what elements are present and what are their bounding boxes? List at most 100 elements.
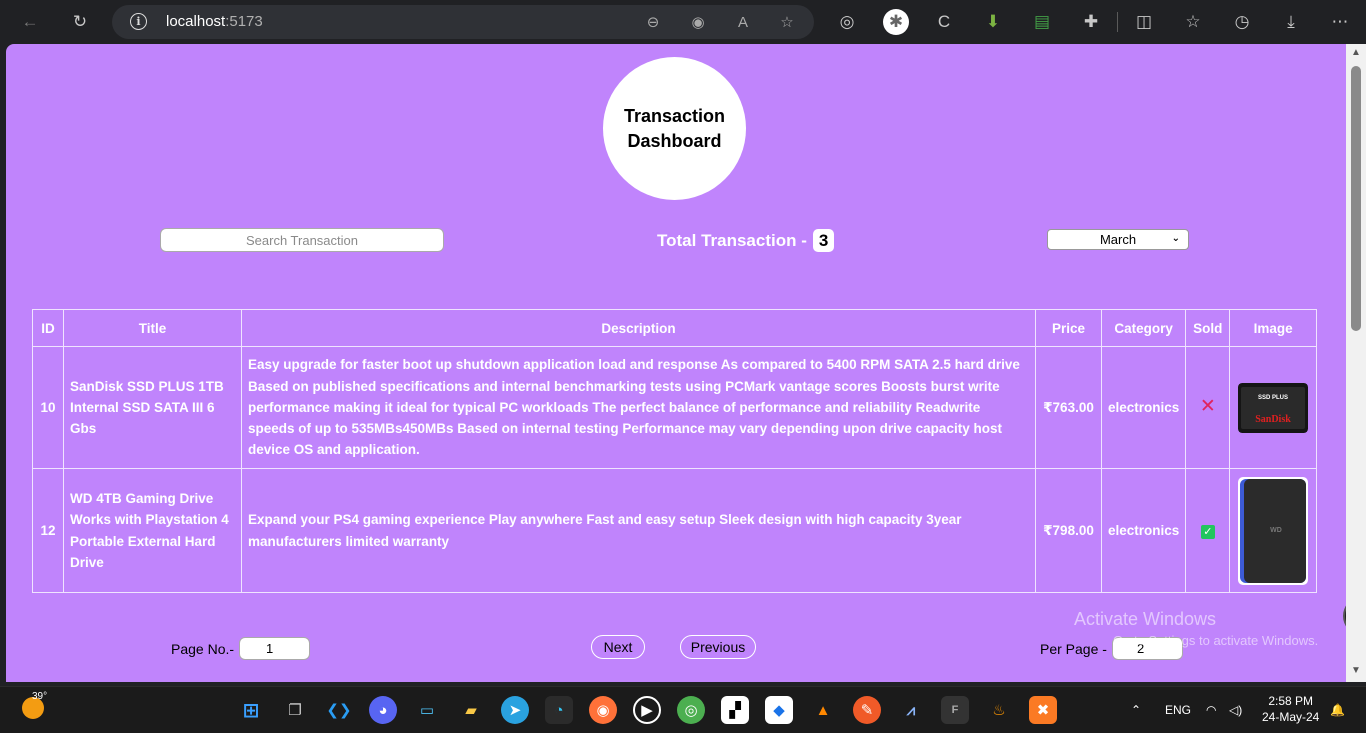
- cell-sold: ✓: [1185, 468, 1231, 593]
- page-number-control: Page No.- 1: [171, 637, 311, 660]
- cell-category: electronics: [1100, 468, 1187, 593]
- app-blue-icon[interactable]: ◆: [765, 696, 793, 724]
- address-bar[interactable]: i localhost:5173 ⊖ ◉ A ☆: [112, 5, 814, 39]
- activate-windows-subtext: Go to Settings to activate Windows.: [1113, 633, 1319, 648]
- read-aloud-icon[interactable]: A: [732, 11, 754, 33]
- cell-id: 10: [32, 346, 64, 469]
- back-arrow-icon[interactable]: ←: [18, 10, 42, 34]
- refresh-icon[interactable]: ↻: [68, 10, 92, 34]
- task-view-icon[interactable]: ❐: [281, 696, 309, 724]
- cell-price: ₹798.00: [1035, 468, 1102, 593]
- clock-time: 2:58 PM: [1268, 694, 1314, 708]
- total-transaction: Total Transaction - 3: [657, 229, 835, 252]
- capcut-icon[interactable]: ▞: [721, 696, 749, 724]
- header-image: Image: [1229, 309, 1317, 347]
- split-screen-icon[interactable]: ◫: [1132, 10, 1156, 34]
- page-number-input[interactable]: 1: [239, 637, 311, 660]
- per-page-label: Per Page -: [1040, 640, 1107, 657]
- firefox-icon[interactable]: ◉: [589, 696, 617, 724]
- transactions-table: ID Title Description Price Category Sold…: [32, 309, 1317, 593]
- chevron-down-icon: ⌄: [1171, 233, 1180, 244]
- cell-description: Expand your PS4 gaming experience Play a…: [241, 468, 1036, 593]
- cell-title: SanDisk SSD PLUS 1TB Internal SSD SATA I…: [63, 346, 242, 469]
- discord-icon[interactable]: ◕: [369, 696, 397, 724]
- header-price: Price: [1035, 309, 1102, 347]
- scrollbar-thumb[interactable]: [1351, 66, 1361, 331]
- file-explorer-icon[interactable]: ▰: [457, 696, 485, 724]
- weather-temp: 39°: [32, 691, 48, 702]
- ssd-label-text: SSD PLUS: [1258, 395, 1288, 401]
- header-id: ID: [32, 309, 64, 347]
- activate-windows-watermark: Activate Windows: [1074, 609, 1217, 629]
- postman-icon[interactable]: ✎: [853, 696, 881, 724]
- url-text: localhost:5173: [166, 13, 263, 30]
- cross-icon: ✕: [1199, 396, 1216, 418]
- cell-description: Easy upgrade for faster boot up shutdown…: [241, 346, 1036, 469]
- volume-icon[interactable]: ◁): [1229, 703, 1242, 717]
- product-image-ssd: SSD PLUS SanDisk: [1238, 382, 1309, 433]
- wd-logo-icon: WD: [1270, 527, 1282, 534]
- firebase-icon[interactable]: ♨: [985, 696, 1013, 724]
- history-icon[interactable]: ◷: [1230, 10, 1254, 34]
- header-description: Description: [241, 309, 1036, 347]
- extensions-puzzle-icon[interactable]: ✚: [1079, 10, 1103, 34]
- eye-icon[interactable]: ◉: [687, 11, 709, 33]
- performance-monitor-icon[interactable]: ⩘: [897, 696, 925, 724]
- wifi-icon[interactable]: ◠: [1206, 703, 1216, 717]
- next-button[interactable]: Next: [591, 635, 645, 659]
- language-indicator[interactable]: ENG: [1165, 703, 1191, 717]
- remote-desktop-icon[interactable]: ▭: [413, 696, 441, 724]
- vlc-icon[interactable]: ▲: [809, 696, 837, 724]
- start-windows-icon[interactable]: ⊞: [237, 696, 265, 724]
- downloads-icon[interactable]: ⤓: [1279, 10, 1303, 34]
- header-category: Category: [1100, 309, 1187, 347]
- chrome-icon[interactable]: ◎: [677, 696, 705, 724]
- extension-c-icon[interactable]: C: [932, 10, 956, 34]
- favorite-star-icon[interactable]: ☆: [776, 11, 798, 33]
- download-extension-icon[interactable]: ⬇: [981, 10, 1005, 34]
- menu-icon[interactable]: ⋯: [1328, 10, 1352, 34]
- media-player-icon[interactable]: ▶: [633, 696, 661, 724]
- month-selected: March: [1099, 232, 1137, 247]
- total-count-badge: 3: [812, 229, 835, 252]
- cell-category: electronics: [1100, 346, 1187, 469]
- cell-sold: ✕: [1185, 346, 1231, 469]
- previous-button[interactable]: Previous: [680, 635, 756, 659]
- extension-target-icon[interactable]: ◎: [835, 10, 859, 34]
- sandisk-logo-text: SanDisk: [1255, 414, 1291, 425]
- app-f-icon[interactable]: F: [941, 696, 969, 724]
- table-header-row: ID Title Description Price Category Sold…: [32, 309, 1317, 347]
- info-icon[interactable]: i: [130, 13, 147, 30]
- scroll-up-arrow-icon[interactable]: ▲: [1350, 48, 1362, 58]
- edge-icon[interactable]: ◔: [545, 696, 573, 724]
- windows-taskbar: 39° ⊞ ❐ ❮❯ ◕ ▭ ▰ ➤ ◔ ◉ ▶ ◎ ▞ ◆ ▲ ✎ ⩘ F ♨…: [0, 686, 1366, 733]
- favorites-icon[interactable]: ☆: [1181, 10, 1205, 34]
- total-label: Total Transaction -: [657, 230, 807, 250]
- page-number-label: Page No.-: [171, 640, 235, 657]
- page-viewport: Transaction Dashboard Total Transaction …: [6, 44, 1346, 682]
- notification-bell-icon[interactable]: 🔔: [1330, 703, 1345, 717]
- toolbar-divider: [1117, 12, 1118, 32]
- system-clock[interactable]: 2:58 PM 24-May-24: [1262, 693, 1319, 725]
- zoom-out-icon[interactable]: ⊖: [642, 11, 664, 33]
- tray-chevron-up-icon[interactable]: ⌃: [1131, 703, 1141, 717]
- product-image-wd-drive: WD: [1238, 476, 1309, 585]
- xampp-icon[interactable]: ✖: [1029, 696, 1057, 724]
- print-extension-icon[interactable]: ▤: [1030, 10, 1054, 34]
- cell-price: ₹763.00: [1035, 346, 1102, 469]
- vscode-icon[interactable]: ❮❯: [325, 696, 353, 724]
- cell-id: 12: [32, 468, 64, 593]
- scroll-down-arrow-icon[interactable]: ▼: [1350, 666, 1362, 676]
- cell-image: WD: [1229, 468, 1317, 593]
- checkmark-icon: ✓: [1200, 524, 1215, 539]
- profile-extension-icon[interactable]: ✱: [883, 9, 909, 35]
- search-input[interactable]: [160, 228, 444, 252]
- dashboard-title: Transaction Dashboard: [603, 57, 746, 200]
- header-sold: Sold: [1185, 309, 1231, 347]
- month-select[interactable]: March ⌄: [1047, 229, 1189, 250]
- table-row[interactable]: 12 WD 4TB Gaming Drive Works with Playst…: [32, 468, 1317, 593]
- clock-date: 24-May-24: [1262, 710, 1320, 724]
- telegram-icon[interactable]: ➤: [501, 696, 529, 724]
- page-scrollbar[interactable]: ▲ ▼: [1346, 44, 1366, 682]
- table-row[interactable]: 10 SanDisk SSD PLUS 1TB Internal SSD SAT…: [32, 346, 1317, 469]
